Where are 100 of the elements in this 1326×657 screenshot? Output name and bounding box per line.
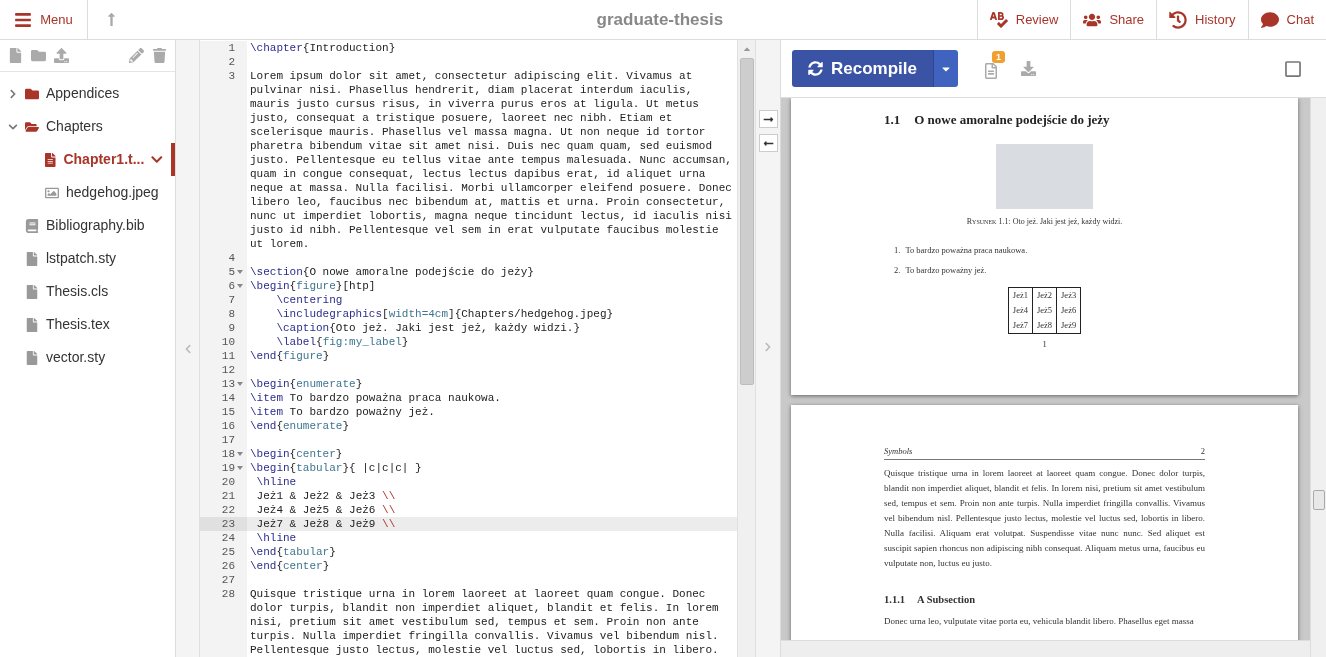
file-tree-item[interactable]: vector.sty (0, 341, 175, 374)
chevron-right-icon (8, 88, 18, 99)
folder-icon (25, 119, 39, 134)
code-line: \section{O nowe amoralne podejście do jeży} (250, 266, 534, 278)
sync-left-button[interactable] (758, 134, 778, 152)
code-line: Lorem ipsum dolor sit amet, consectetur adipiscing elit. Vivamus at pulvinar nisi. Phasellus hendrerit, diam placerat interdum iaculis, mauris justo cursus risus, in viverra purus eros at ligula. Ut metus justo, consequat a tristique posuere, laoreet nec nibh. Etiam et scelerisque mauris. Phasellus vel massa magna. Ut non neque id tortor pharetra bibendum vitae sit amet nisi. Duis nec quam quam, sed euismod justo. Pellentesque eu tellus vitae ante tempus malesuada. Nunc accumsan, quam in congue consequat, lectus lectus dapibus erat, id aliquet urna neque at massa. Nulla facilisi. Morbi ullamcorper eleifend posuere. Donec libero leo, faucibus nec bibendum at, mattis et urna. Proin consectetur, nunc ut imperdiet lobortis, magna neque tincidunt lectus, id iaculis nisi justo id nibh. Pellentesque vel sem in erat vulputate faucibus molestie ut lorem. (250, 70, 733, 250)
toolbar-button[interactable]: Review (976, 0, 1071, 39)
code-line: \end{center} (250, 560, 330, 572)
code-line: \begin{figure}[htp] (250, 280, 376, 292)
section-number: 1.1 (884, 111, 901, 129)
recompile-dropdown-button[interactable] (933, 50, 958, 87)
document-icon (43, 152, 57, 167)
line-number: 21 (221, 489, 236, 503)
scrollbar[interactable] (1310, 98, 1326, 657)
table-cell: Jeż7 (1008, 318, 1033, 334)
recompile-button[interactable]: Recompile (792, 50, 933, 87)
fold-icon[interactable] (237, 466, 243, 470)
horizontal-scrollbar[interactable] (781, 640, 1310, 657)
window-icon[interactable] (1284, 59, 1302, 78)
document-icon (983, 62, 999, 79)
table-cell: Jeż4 (1008, 303, 1033, 318)
line-number: 24 (221, 531, 236, 545)
line-number: 26 (221, 559, 236, 573)
code-line: \label{fig:my_label} (275, 336, 409, 348)
code-line: \end{tabular} (250, 546, 336, 558)
file-icon (25, 350, 39, 365)
fold-icon[interactable] (237, 452, 243, 456)
file-tree-item[interactable]: hedgehog.jpeg (0, 176, 175, 209)
project-title: graduate-thesis (596, 8, 724, 31)
code-line: \centering (275, 294, 343, 306)
line-number: 25 (221, 545, 236, 559)
code-line: \item To bardzo poważny jeż. (250, 406, 435, 418)
image-icon (45, 185, 59, 200)
code-line: \chapter{Introduction} (250, 42, 396, 54)
download-icon[interactable] (1021, 61, 1036, 76)
file-tree-item[interactable]: Appendices (0, 77, 175, 110)
toolbar-button[interactable]: Share (1070, 0, 1157, 39)
pencil-icon[interactable] (129, 48, 144, 63)
code-line: Quisque tristique urna in lorem laoreet at laoreet quam congue. Donec dolor turpis, blandit non imperdiet aliquet, blandit et felis. In lorem nisi, pretium sit amet vestibulum sed, tempus et sem. Proin non ante turpis. Nulla imperdiet fringilla convallis. Vivamus vel bibendum nisl. Pellentesque justo lectus, molestie vel luctus sed, lobortis in libero. (250, 588, 720, 656)
line-number: 3 (228, 69, 236, 83)
line-number: 15 (221, 405, 236, 419)
new-file-icon[interactable] (8, 48, 23, 63)
code-line: \hline (255, 532, 297, 544)
table-cell: Jeż6 (1056, 303, 1081, 318)
file-tree-item[interactable]: Thesis.tex (0, 308, 175, 341)
line-number: 5 (228, 265, 236, 279)
sync-right-button[interactable] (758, 110, 778, 128)
code-line: \begin{enumerate} (250, 378, 363, 390)
history-icon (1169, 10, 1188, 29)
file-tree-item[interactable]: Chapters (0, 110, 175, 143)
file-icon (25, 251, 39, 266)
file-tree-item[interactable]: lstpatch.sty (0, 242, 175, 275)
trash-icon[interactable] (152, 48, 167, 63)
logs-button[interactable] (983, 62, 999, 79)
table-cell: Jeż5 (1032, 303, 1057, 318)
fold-icon[interactable] (237, 284, 243, 288)
new-folder-icon[interactable] (31, 48, 46, 63)
line-number: 19 (221, 461, 236, 475)
code-line: \end{enumerate} (250, 420, 350, 432)
line-number: 20 (221, 475, 236, 489)
list-number: 1. (894, 243, 901, 257)
line-number: 17 (221, 433, 236, 447)
caret-down-icon (151, 153, 163, 166)
fold-icon[interactable] (237, 382, 243, 386)
table-cell: Jeż1 (1008, 287, 1033, 303)
line-number: 28 (221, 587, 236, 601)
subsection-number: 1.1.1 (884, 592, 905, 607)
file-tree-item[interactable]: Bibliography.bib (0, 209, 175, 242)
subsection-heading: A Subsection (917, 592, 976, 607)
spellcheck-icon (989, 10, 1008, 29)
scrollbar-thumb[interactable] (1312, 490, 1325, 510)
toolbar-button[interactable]: Chat (1247, 0, 1326, 39)
line-number: 16 (221, 419, 236, 433)
file-icon (25, 317, 39, 332)
file-tree-item[interactable]: Thesis.cls (0, 275, 175, 308)
line-number: 8 (228, 307, 236, 321)
folder-icon (25, 86, 39, 101)
toolbar-button[interactable]: History (1156, 0, 1248, 39)
paragraph: Donec urna leo, vulputate vitae porta eu, vehicula blandit libero. Phasellus eget massa (884, 614, 1195, 628)
list-item: To bardzo poważny jeż. (905, 264, 987, 277)
line-number: 14 (221, 391, 236, 405)
collapse-right-icon[interactable] (763, 342, 773, 352)
section-heading: O nowe amoralne podejście do jeży (914, 111, 1110, 129)
menu-button[interactable]: Menu (0, 0, 88, 39)
chevron-down-icon (8, 121, 18, 132)
scrollbar-thumb[interactable] (739, 58, 754, 385)
line-number: 23 (221, 517, 236, 531)
upload-icon[interactable] (54, 48, 69, 63)
table-cell: Jeż9 (1056, 318, 1081, 334)
line-number: 11 (221, 349, 236, 363)
scrollbar[interactable] (737, 40, 755, 657)
table-cell: Jeż3 (1056, 287, 1081, 303)
list-item: To bardzo poważna praca naukowa. (905, 243, 1028, 257)
refresh-icon (808, 61, 823, 76)
line-number: 2 (228, 55, 236, 69)
chat-bubble-icon (1260, 10, 1279, 29)
fold-icon[interactable] (237, 270, 243, 274)
code-line: \hline (255, 476, 297, 488)
line-number: 12 (221, 363, 236, 377)
code-line: \end{figure} (250, 350, 330, 362)
